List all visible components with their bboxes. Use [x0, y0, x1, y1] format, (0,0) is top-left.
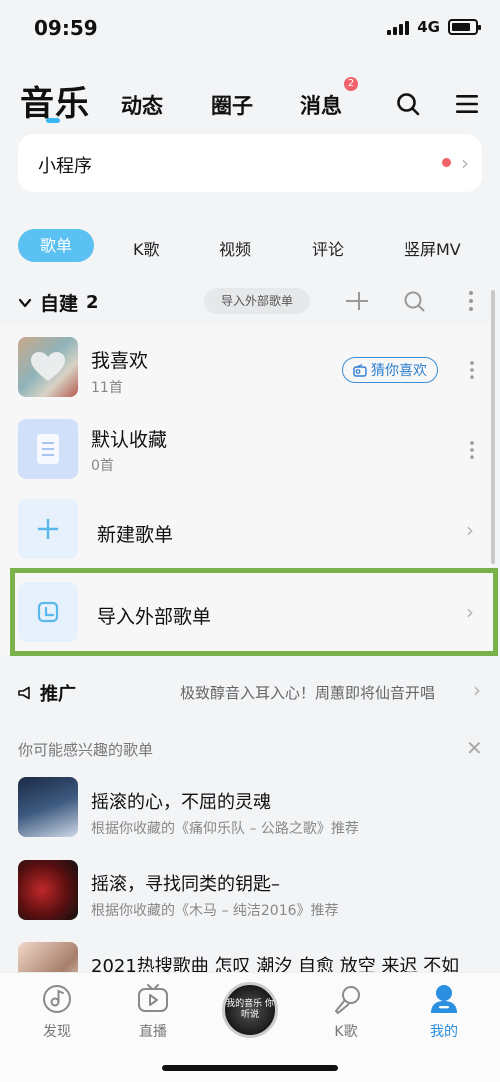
self-built-count: 2 [86, 292, 99, 313]
home-indicator[interactable] [162, 1065, 338, 1071]
recommend-title[interactable]: 摇滚的心，不屈的灵魂 [91, 788, 271, 814]
recommend-cover [18, 860, 78, 920]
promo-header: 推广 [18, 680, 76, 706]
status-indicators: 4G [387, 18, 481, 36]
nav-mine-label[interactable]: 我的 [414, 1021, 474, 1041]
more-icon[interactable] [469, 440, 475, 460]
subtab-video[interactable]: 视频 [219, 236, 251, 260]
battery-icon [448, 19, 481, 35]
megaphone-icon [18, 686, 30, 700]
chevron-down-icon [18, 298, 32, 307]
nav-discover-label[interactable]: 发现 [27, 1021, 87, 1041]
playlist-count: 0首 [91, 458, 114, 474]
playlist-count: 11首 [91, 380, 123, 396]
new-playlist-tile[interactable] [18, 499, 78, 559]
guess-you-like-button[interactable]: 猜你喜欢 [342, 357, 438, 383]
promo-text[interactable]: 极致醇音入耳入心！周蕙即将仙音开唱 [180, 682, 435, 703]
subtab-vertical-mv[interactable]: 竖屏MV [404, 236, 461, 260]
signal-icon [387, 19, 410, 35]
menu-icon[interactable] [456, 94, 478, 114]
tab-active-indicator [46, 118, 60, 123]
self-built-header[interactable]: 自建 2 [18, 289, 99, 316]
recommend-subtitle: 根据你收藏的《木马 – 纯洁2016》推荐 [91, 903, 339, 919]
heart-icon [31, 352, 65, 381]
guess-you-like-label: 猜你喜欢 [371, 363, 427, 379]
playlist-title[interactable]: 默认收藏 [91, 425, 167, 452]
network-label: 4G [417, 18, 440, 36]
scrollbar[interactable] [491, 290, 495, 564]
recommend-title[interactable]: 摇滚，寻找同类的钥匙– [91, 870, 280, 896]
tab-feed[interactable]: 动态 [121, 90, 163, 120]
document-icon [37, 434, 59, 464]
now-playing-disc[interactable]: 我的音乐 你听说 [222, 982, 278, 1038]
recommend-cover [18, 777, 78, 837]
self-built-title: 自建 [40, 293, 79, 315]
subtab-playlists[interactable]: 歌单 [18, 229, 94, 262]
search-icon[interactable] [396, 92, 420, 116]
nav-live-label[interactable]: 直播 [123, 1021, 183, 1041]
status-time: 09:59 [34, 16, 98, 40]
more-icon[interactable] [467, 290, 475, 312]
new-playlist-label[interactable]: 新建歌单 [97, 520, 173, 547]
playlist-title[interactable]: 我喜欢 [91, 346, 148, 373]
subtab-karaoke[interactable]: K歌 [133, 236, 160, 260]
karaoke-mic-icon[interactable] [332, 984, 362, 1016]
chevron-right-icon: › [466, 518, 474, 542]
more-icon[interactable] [469, 360, 475, 380]
chevron-right-icon: › [461, 151, 469, 175]
discover-icon[interactable] [42, 984, 72, 1014]
highlight-box [10, 568, 498, 656]
recommend-label: 你可能感兴趣的歌单 [18, 741, 154, 759]
default-collection-cover [18, 419, 78, 479]
radio-icon [353, 363, 367, 377]
add-icon[interactable] [346, 290, 368, 312]
notification-dot [442, 158, 451, 167]
tab-circles[interactable]: 圈子 [211, 90, 253, 120]
close-icon[interactable]: ✕ [466, 736, 483, 760]
nav-karaoke-label[interactable]: K歌 [316, 1021, 376, 1041]
favorites-cover [18, 337, 78, 397]
plus-icon [38, 519, 58, 539]
live-icon[interactable] [137, 984, 169, 1014]
profile-icon[interactable] [429, 983, 459, 1015]
import-playlist-chip[interactable]: 导入外部歌单 [204, 288, 310, 314]
chevron-right-icon: › [473, 678, 481, 702]
recommend-subtitle: 根据你收藏的《痛仰乐队 – 公路之歌》推荐 [91, 821, 359, 837]
search-playlist-icon[interactable] [403, 290, 425, 312]
promo-title: 推广 [40, 684, 76, 705]
subtab-comments[interactable]: 评论 [312, 236, 344, 260]
tab-messages[interactable]: 消息 [300, 90, 342, 120]
message-badge: 2 [344, 77, 358, 91]
mini-program-label: 小程序 [38, 156, 92, 177]
